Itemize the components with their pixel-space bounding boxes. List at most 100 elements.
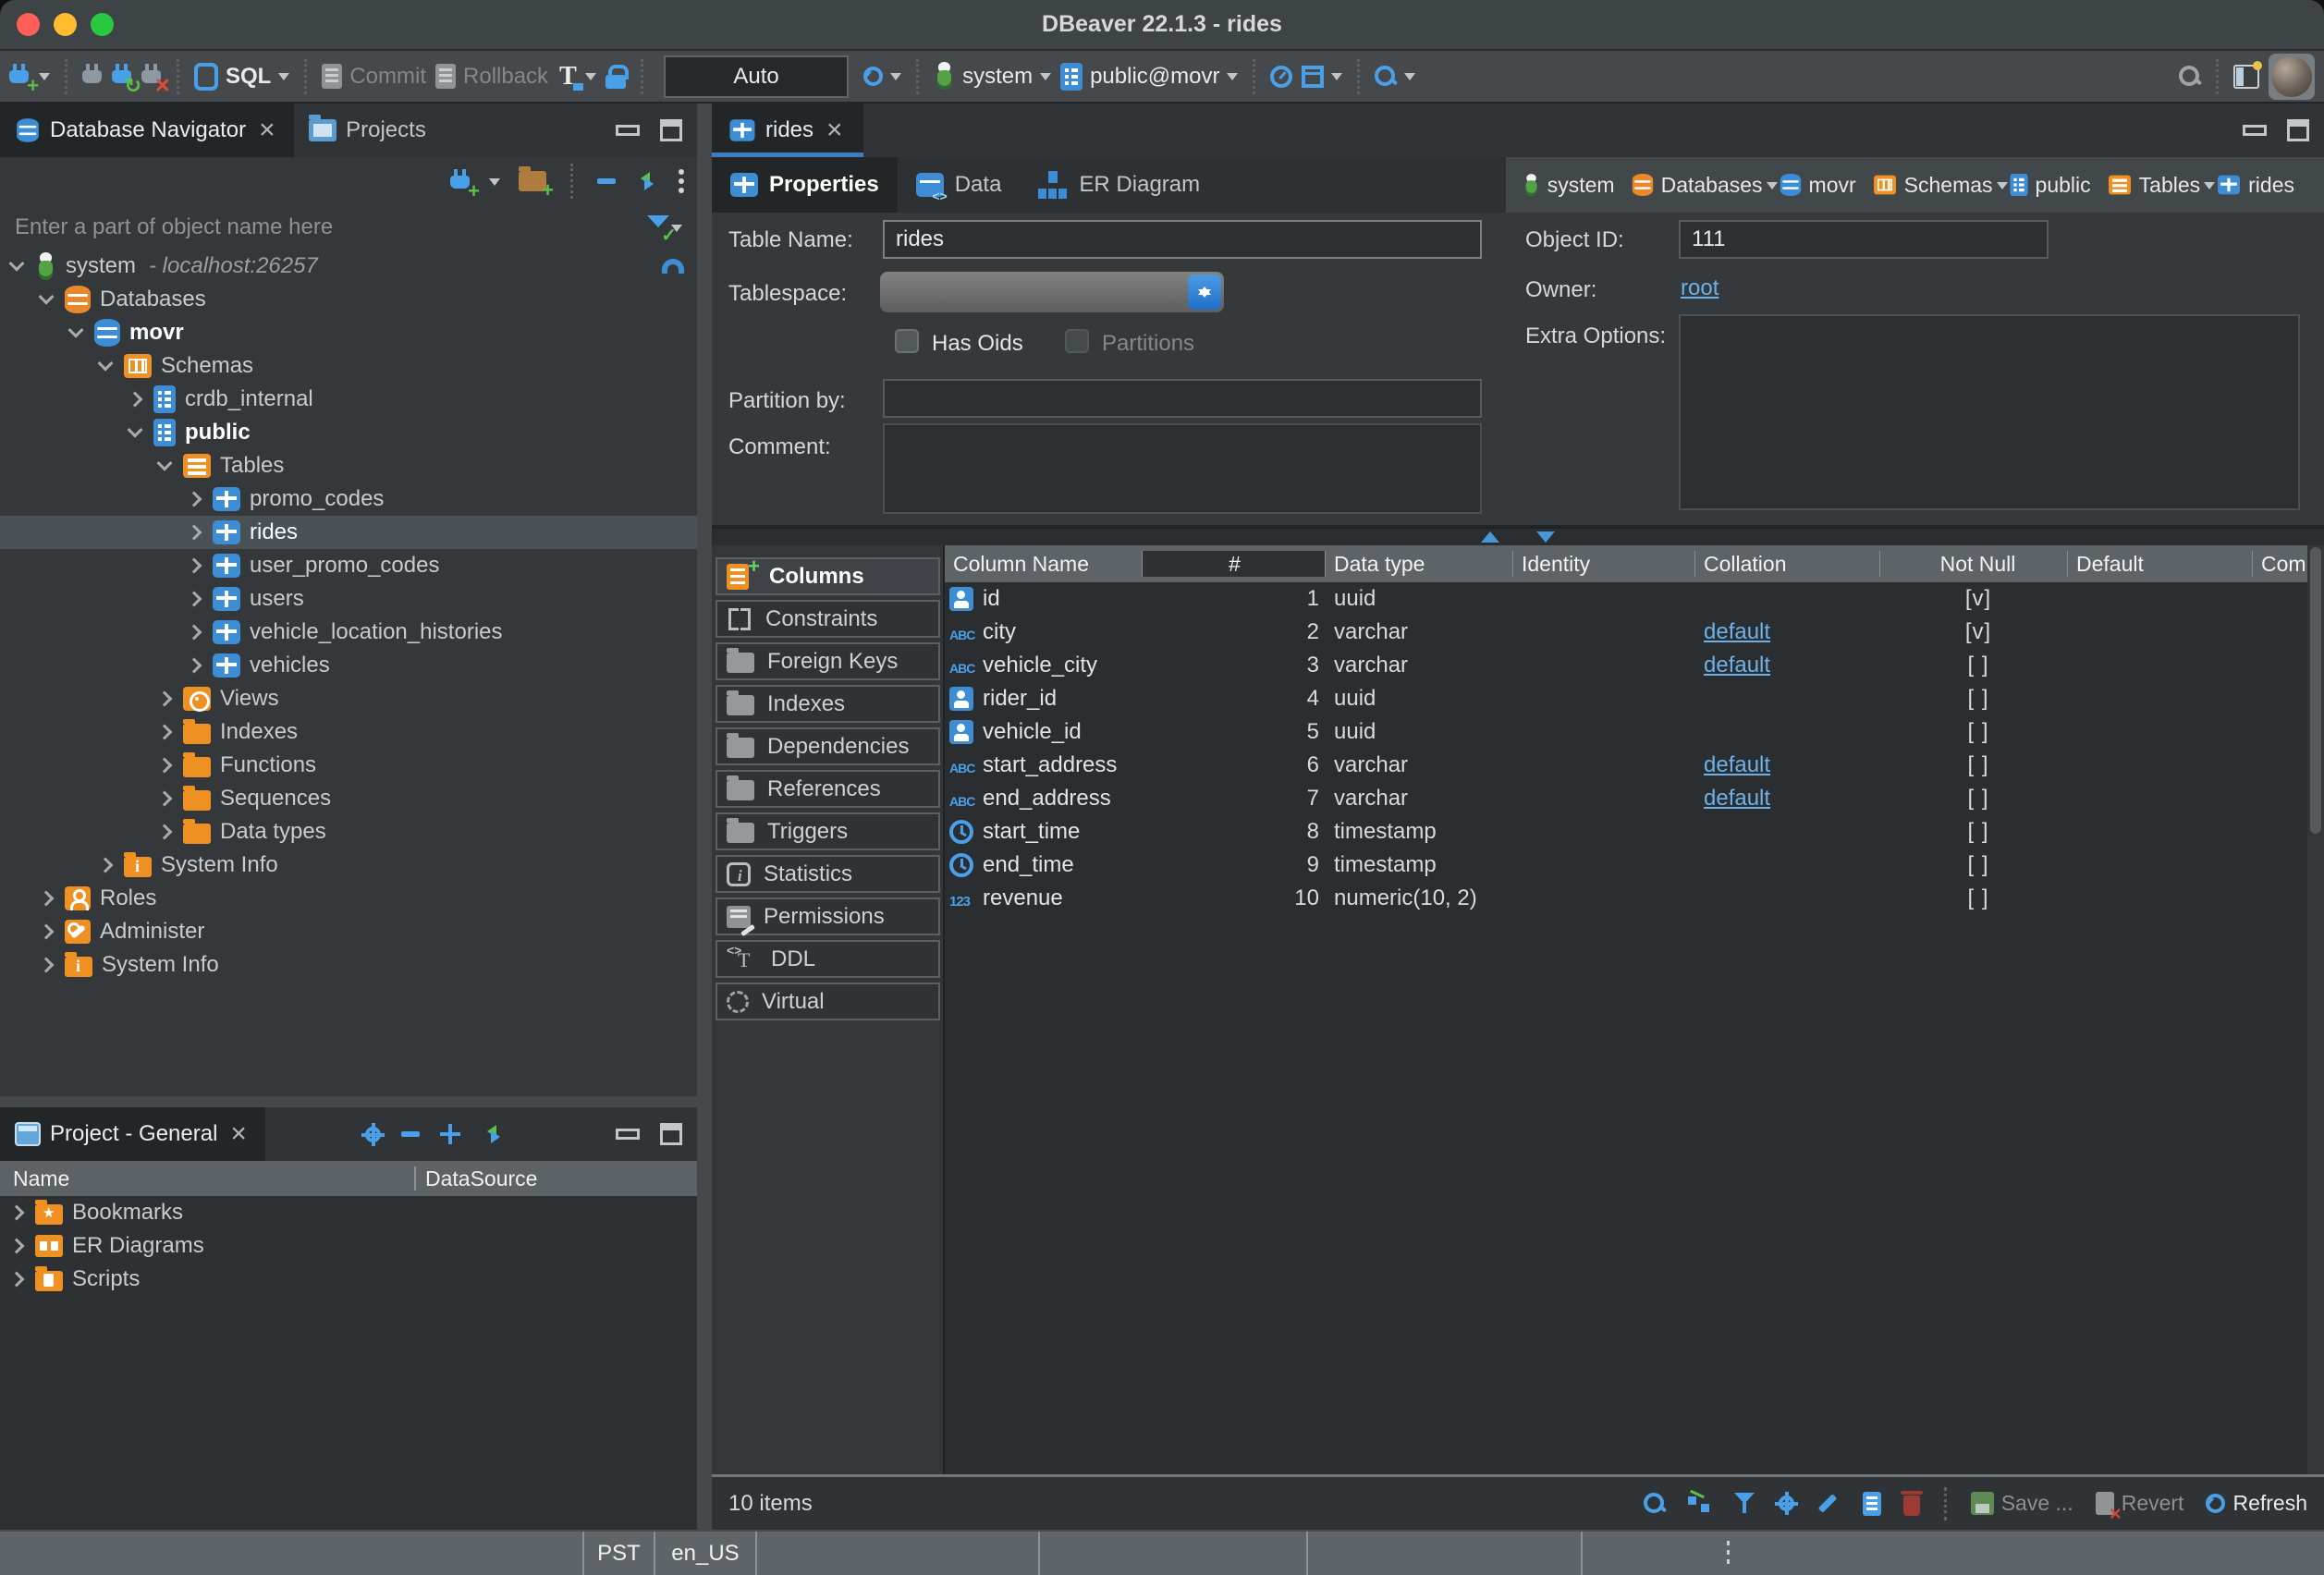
- collation-default-link[interactable]: default: [1704, 786, 1770, 812]
- expander-icon[interactable]: [157, 456, 173, 471]
- tree-item[interactable]: vehicle_location_histories: [0, 616, 697, 649]
- side-tab[interactable]: DDL: [716, 940, 940, 978]
- side-tab[interactable]: Constraints: [716, 600, 940, 638]
- header-data-type[interactable]: Data type: [1326, 551, 1513, 577]
- lock-button[interactable]: [605, 65, 626, 89]
- column-header-name[interactable]: Name: [0, 1166, 414, 1191]
- expander-icon[interactable]: [68, 323, 84, 338]
- commit-button[interactable]: Commit: [322, 64, 426, 90]
- tree-item[interactable]: crdb_internal: [0, 383, 697, 416]
- tree-item[interactable]: vehicles: [0, 649, 697, 682]
- view-diagram-button[interactable]: [1688, 1493, 1712, 1515]
- expander-icon[interactable]: [157, 725, 173, 740]
- expander-icon[interactable]: [157, 824, 173, 840]
- minimize-icon[interactable]: [2243, 125, 2267, 136]
- edit-column-button[interactable]: [1816, 1492, 1841, 1516]
- expander-icon[interactable]: [128, 422, 143, 438]
- disconnect-button[interactable]: ✕: [141, 64, 162, 89]
- tablespace-select[interactable]: [880, 272, 1224, 312]
- side-tab[interactable]: Dependencies: [716, 727, 940, 765]
- header-identity[interactable]: Identity: [1513, 551, 1695, 577]
- tab-projects[interactable]: Projects: [294, 104, 441, 157]
- tree-item[interactable]: user_promo_codes: [0, 549, 697, 582]
- expander-icon[interactable]: [39, 289, 55, 305]
- tree-item[interactable]: movr: [0, 316, 697, 349]
- collation-default-link[interactable]: default: [1704, 619, 1770, 645]
- expander-icon[interactable]: [157, 758, 173, 774]
- expander-icon[interactable]: [9, 1205, 25, 1221]
- side-tab[interactable]: Indexes: [716, 685, 940, 723]
- header-comment[interactable]: Comm: [2253, 551, 2307, 577]
- collapse-all-button[interactable]: [401, 1131, 420, 1137]
- new-connection-button[interactable]: +: [9, 64, 30, 89]
- header-ordinal[interactable]: #: [1143, 551, 1326, 577]
- expander-icon[interactable]: [187, 492, 202, 507]
- expander-icon[interactable]: [39, 891, 55, 907]
- vertical-scrollbar[interactable]: [2307, 545, 2324, 1474]
- minimize-icon[interactable]: [616, 1129, 640, 1140]
- tree-item[interactable]: promo_codes: [0, 482, 697, 516]
- breadcrumb-item[interactable]: public: [2008, 171, 2106, 199]
- project-settings-button[interactable]: [365, 1127, 381, 1142]
- tab-database-navigator[interactable]: Database Navigator: [0, 104, 294, 157]
- editor-subtab[interactable]: Data: [898, 157, 1021, 213]
- column-row[interactable]: vehicle_id 5 uuid [ ]: [945, 715, 2307, 749]
- tree-item[interactable]: Tables: [0, 449, 697, 482]
- editor-subtab[interactable]: ER Diagram: [1020, 157, 1218, 213]
- tree-item[interactable]: Roles: [0, 882, 697, 915]
- timezone-indicator[interactable]: PST: [582, 1532, 655, 1575]
- owner-link[interactable]: root: [1681, 275, 1719, 301]
- tree-item[interactable]: Views: [0, 682, 697, 715]
- side-tab[interactable]: Foreign Keys: [716, 642, 940, 680]
- new-folder-button[interactable]: [519, 171, 546, 191]
- tree-item[interactable]: Sequences: [0, 782, 697, 815]
- sql-editor-caret-icon[interactable]: [278, 73, 289, 86]
- tree-item[interactable]: Administer: [0, 915, 697, 948]
- open-perspective-button[interactable]: [2233, 65, 2259, 89]
- expander-icon[interactable]: [39, 958, 55, 973]
- transaction-log-button[interactable]: [863, 67, 901, 86]
- tree-item[interactable]: rides: [0, 516, 697, 549]
- expander-icon[interactable]: [187, 658, 202, 674]
- side-tab[interactable]: References: [716, 770, 940, 808]
- column-row[interactable]: revenue 10 numeric(10, 2) [ ]: [945, 882, 2307, 915]
- side-tab[interactable]: Triggers: [716, 812, 940, 850]
- expander-icon[interactable]: [187, 525, 202, 541]
- chevron-down-icon[interactable]: [1997, 182, 2008, 195]
- partitions-checkbox[interactable]: [1065, 329, 1089, 353]
- column-row[interactable]: rider_id 4 uuid [ ]: [945, 682, 2307, 715]
- project-item[interactable]: Scripts: [0, 1263, 697, 1296]
- maximize-icon[interactable]: [660, 1123, 682, 1145]
- breadcrumb-item[interactable]: system: [1521, 171, 1630, 200]
- tree-item[interactable]: public: [0, 416, 697, 449]
- expander-icon[interactable]: [9, 1272, 25, 1288]
- dashboard-button[interactable]: [1270, 66, 1292, 88]
- split-sash[interactable]: [712, 527, 2324, 545]
- refresh-button[interactable]: Refresh: [2206, 1491, 2307, 1516]
- active-connection-selector[interactable]: system: [934, 62, 1051, 91]
- column-row[interactable]: id 1 uuid [v]: [945, 582, 2307, 616]
- column-row[interactable]: vehicle_city 3 varchar default [ ]: [945, 649, 2307, 682]
- editor-subtab[interactable]: Properties: [712, 157, 898, 213]
- side-tab[interactable]: Virtual: [716, 983, 940, 1020]
- maximize-icon[interactable]: [2287, 119, 2309, 141]
- expander-icon[interactable]: [187, 625, 202, 641]
- link-with-editor-button[interactable]: [634, 170, 660, 192]
- expander-icon[interactable]: [187, 592, 202, 607]
- expander-icon[interactable]: [9, 1239, 25, 1254]
- column-header-datasource[interactable]: DataSource: [414, 1166, 697, 1191]
- commit-mode-combo[interactable]: Auto: [664, 55, 849, 98]
- new-connection-button[interactable]: +: [450, 169, 471, 194]
- tree-item[interactable]: Functions: [0, 749, 697, 782]
- column-row[interactable]: city 2 varchar default [v]: [945, 616, 2307, 649]
- expander-icon[interactable]: [157, 691, 173, 707]
- reconnect-button[interactable]: ↻: [112, 64, 132, 89]
- side-tab[interactable]: Statistics: [716, 855, 940, 893]
- expander-icon[interactable]: [98, 858, 114, 873]
- close-icon[interactable]: [259, 120, 279, 140]
- breadcrumb-item[interactable]: rides: [2215, 173, 2309, 198]
- delete-column-button[interactable]: [1903, 1492, 1920, 1516]
- breadcrumb-item[interactable]: Schemas: [1871, 173, 2008, 198]
- expander-icon[interactable]: [157, 791, 173, 807]
- extra-options-textarea[interactable]: [1679, 314, 2300, 510]
